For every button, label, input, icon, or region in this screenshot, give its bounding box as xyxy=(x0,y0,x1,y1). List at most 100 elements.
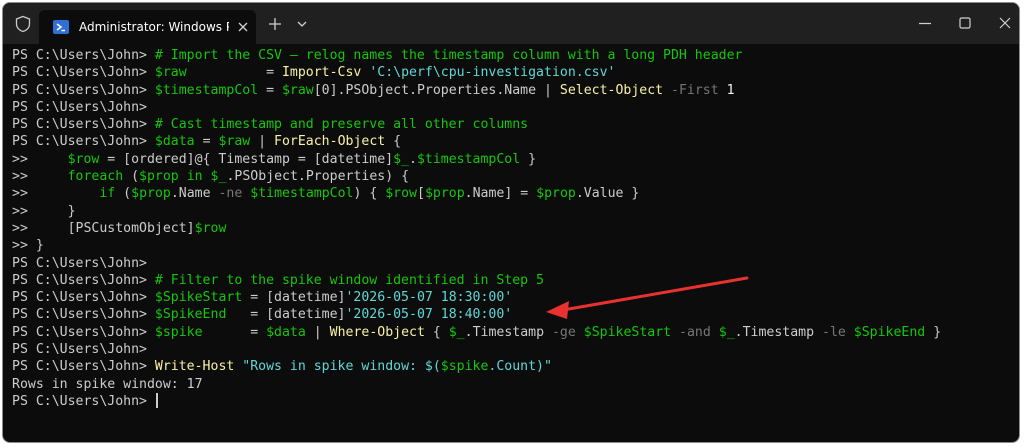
console-text: # Cast timestamp and preserve all other … xyxy=(154,117,529,133)
console-text: '2026-05-07 18:30:00' xyxy=(345,290,513,306)
text-cursor xyxy=(155,392,158,408)
console-text: [0].PSObject.Properties.Name | xyxy=(313,82,560,98)
console-text: .Name xyxy=(170,186,219,202)
console-text: >> } xyxy=(12,203,76,219)
console-text: = xyxy=(258,82,282,98)
console-text: >> } xyxy=(12,238,44,254)
console-text: PS C:\Users\John> xyxy=(12,324,155,340)
console-line: PS C:\Users\John> $data = $raw | ForEach… xyxy=(12,133,1019,150)
shield-icon[interactable] xyxy=(14,15,32,33)
console-text: $_ xyxy=(448,324,465,340)
console-text: = [datetime] xyxy=(242,290,346,306)
console-text: $SpikeStart xyxy=(154,290,243,306)
console-text: >> [PSCustomObject] xyxy=(12,220,195,236)
console-output[interactable]: PS C:\Users\John> # Import the CSV — rel… xyxy=(3,44,1019,442)
console-line: >> $row = [ordered]@{ Timestamp = [datet… xyxy=(12,151,1019,168)
console-text: >> xyxy=(12,151,68,167)
console-text: = xyxy=(186,65,282,81)
console-text: = [datetime] xyxy=(226,307,346,323)
console-text: -and xyxy=(679,324,711,340)
console-text: ForEach-Object xyxy=(274,134,386,150)
console-text: $row xyxy=(67,151,100,167)
console-text: $prop xyxy=(139,169,179,185)
close-icon[interactable] xyxy=(237,21,249,33)
console-text: } xyxy=(925,324,942,340)
console-text: { xyxy=(424,324,449,340)
close-icon[interactable] xyxy=(999,17,1011,29)
tab-title: Administrator: Windows Powe xyxy=(79,20,229,34)
console-text: PS C:\Users\John> xyxy=(12,342,155,358)
console-text: $data xyxy=(154,134,195,150)
console-text: ( xyxy=(115,186,132,202)
console-text: PS C:\Users\John> xyxy=(12,393,155,409)
console-text: { xyxy=(385,134,402,150)
console-line: PS C:\Users\John> # Cast timestamp and p… xyxy=(12,116,1019,133)
console-text: if xyxy=(99,186,116,202)
console-text: in xyxy=(186,169,203,185)
console-text: PS C:\Users\John> xyxy=(12,359,155,375)
console-text: $timestampCol xyxy=(250,186,354,202)
console-line: >> foreach ($prop in $_.PSObject.Propert… xyxy=(12,168,1019,185)
console-text: PS C:\Users\John> xyxy=(12,117,155,133)
console-text: -le xyxy=(822,324,846,340)
console-text: PS C:\Users\John> xyxy=(12,255,155,271)
console-text: PS C:\Users\John> xyxy=(12,290,155,306)
tab-administrator[interactable]: Administrator: Windows Powe xyxy=(39,10,256,44)
console-text: $spike xyxy=(440,359,489,375)
console-line: PS C:\Users\John> xyxy=(12,255,1019,272)
console-line: PS C:\Users\John> # Filter to the spike … xyxy=(12,272,1019,289)
console-text: 1 xyxy=(726,82,735,98)
console-text: $raw xyxy=(281,82,314,98)
console-text: # Import the CSV — relog names the times… xyxy=(154,48,743,63)
console-text: Where-Object xyxy=(329,324,425,340)
console-text: PS C:\Users\John> xyxy=(12,48,155,63)
powershell-icon xyxy=(53,20,69,34)
console-line: >> } xyxy=(12,237,1019,254)
console-line: >> [PSCustomObject]$row xyxy=(12,220,1019,237)
console-text: .Count)" xyxy=(488,359,552,375)
console-text: -First xyxy=(663,82,727,98)
console-text: | xyxy=(250,134,275,150)
console-text: $prop xyxy=(131,186,171,202)
chevron-down-icon[interactable] xyxy=(296,19,308,29)
console-text: $raw xyxy=(218,134,251,150)
maximize-icon[interactable] xyxy=(959,17,971,29)
title-bar: Administrator: Windows Powe xyxy=(3,3,1019,44)
console-text: $timestampCol xyxy=(154,82,259,98)
console-line: >> if ($prop.Name -ne $timestampCol) { $… xyxy=(12,185,1019,202)
console-text: >> xyxy=(12,186,100,202)
console-text: = [ordered]@{ Timestamp = [datetime] xyxy=(99,151,394,167)
console-text: ( xyxy=(123,169,140,185)
console-text: .Value } xyxy=(575,186,640,202)
console-text: 'C:\perf\cpu-investigation.csv' xyxy=(369,65,616,81)
console-text: >> xyxy=(12,169,68,185)
console-text: "Rows in spike window: $( xyxy=(242,359,441,375)
console-text: PS C:\Users\John> xyxy=(12,82,155,98)
console-text: .Name] = xyxy=(464,186,537,202)
console-text: $timestampCol xyxy=(416,151,521,167)
console-text: = xyxy=(194,134,219,150)
console-line: PS C:\Users\John> $spike = $data | Where… xyxy=(12,324,1019,341)
console-text: -ne xyxy=(218,186,243,202)
console-line: Rows in spike window: 17 xyxy=(12,376,1019,393)
console-text: } xyxy=(520,151,537,167)
console-line: PS C:\Users\John> $SpikeEnd = [datetime]… xyxy=(12,306,1019,323)
console-text: Import-Csv xyxy=(281,65,362,81)
minimize-icon[interactable] xyxy=(919,22,931,25)
console-text: -ge xyxy=(551,324,576,340)
console-text: . xyxy=(409,151,417,167)
console-line: PS C:\Users\John> $SpikeStart = [datetim… xyxy=(12,289,1019,306)
console-text: $_ xyxy=(718,324,735,340)
terminal-window: Administrator: Windows Powe PS C:\Users\… xyxy=(2,2,1020,443)
console-text: Rows in spike window: 17 xyxy=(12,376,203,392)
plus-icon[interactable] xyxy=(267,16,283,32)
console-text: # Filter to the spike window identified … xyxy=(154,272,544,288)
console-text: PS C:\Users\John> xyxy=(12,65,155,81)
console-line: >> } xyxy=(12,203,1019,220)
console-text: $_ xyxy=(210,169,227,185)
